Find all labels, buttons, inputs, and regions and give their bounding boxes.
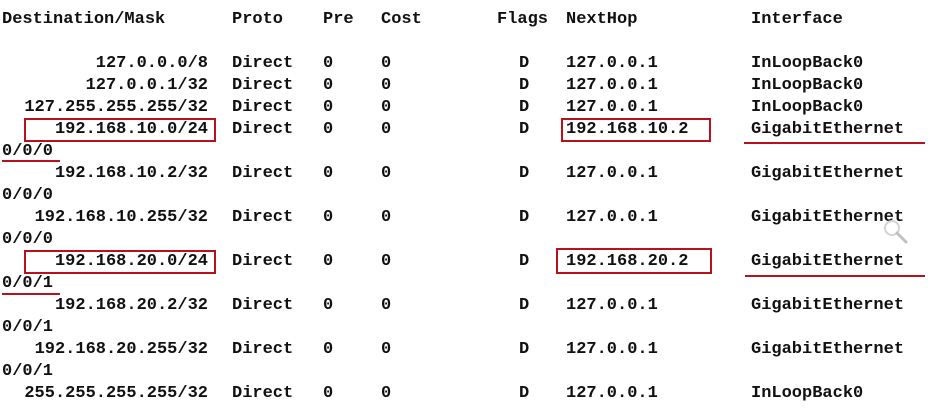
route-proto: Direct — [232, 384, 294, 403]
route-destination: 192.168.20.255/32 — [34, 340, 208, 359]
underline-interface-cont-10 — [2, 160, 60, 162]
route-nexthop: 127.0.0.1 — [566, 54, 658, 73]
route-interface: InLoopBack0 — [751, 98, 864, 117]
route-cost: 0 — [381, 252, 392, 271]
route-destination: 127.255.255.255/32 — [24, 98, 208, 117]
route-pre: 0 — [323, 98, 334, 117]
route-proto: Direct — [232, 76, 294, 95]
route-nexthop: 127.0.0.1 — [566, 164, 658, 183]
route-interface: InLoopBack0 — [751, 384, 864, 403]
route-cost: 0 — [381, 76, 392, 95]
route-flags: D — [519, 164, 530, 183]
route-proto: Direct — [232, 340, 294, 359]
route-nexthop: 127.0.0.1 — [566, 384, 658, 403]
route-flags: D — [519, 208, 530, 227]
route-nexthop: 127.0.0.1 — [566, 296, 658, 315]
highlight-box-destination-20 — [24, 250, 216, 274]
route-nexthop: 127.0.0.1 — [566, 76, 658, 95]
route-flags: D — [519, 296, 530, 315]
route-interface: InLoopBack0 — [751, 54, 864, 73]
col-cost: Cost — [381, 10, 422, 29]
route-cost: 0 — [381, 120, 392, 139]
route-destination: 192.168.20.2/32 — [54, 296, 208, 315]
route-proto: Direct — [232, 252, 294, 271]
route-interface-continuation: 0/0/0 — [2, 142, 54, 161]
col-flags: Flags — [497, 10, 549, 29]
route-interface: GigabitEthernet — [751, 296, 905, 315]
route-destination: 127.0.0.1/32 — [85, 76, 208, 95]
highlight-box-nexthop-10 — [561, 118, 711, 142]
route-proto: Direct — [232, 120, 294, 139]
route-interface: GigabitEthernet — [751, 340, 905, 359]
route-cost: 0 — [381, 208, 392, 227]
route-nexthop: 127.0.0.1 — [566, 98, 658, 117]
route-interface: GigabitEthernet — [751, 120, 905, 139]
route-interface: GigabitEthernet — [751, 252, 905, 271]
route-interface-continuation: 0/0/1 — [2, 362, 54, 381]
underline-interface-10 — [744, 142, 925, 144]
route-destination: 255.255.255.255/32 — [24, 384, 208, 403]
route-proto: Direct — [232, 296, 294, 315]
route-flags: D — [519, 76, 530, 95]
route-interface-continuation: 0/0/1 — [2, 274, 54, 293]
route-interface-continuation: 0/0/0 — [2, 230, 54, 249]
magnifier-icon — [884, 220, 908, 244]
col-interface: Interface — [751, 10, 843, 29]
route-cost: 0 — [381, 340, 392, 359]
route-proto: Direct — [232, 54, 294, 73]
route-cost: 0 — [381, 98, 392, 117]
underline-interface-20 — [745, 275, 925, 277]
route-interface-continuation: 0/0/0 — [2, 186, 54, 205]
route-proto: Direct — [232, 98, 294, 117]
route-flags: D — [519, 54, 530, 73]
routing-table-screen: Destination/Mask Proto Pre Cost Flags Ne… — [0, 0, 940, 410]
route-flags: D — [519, 98, 530, 117]
route-flags: D — [519, 120, 530, 139]
col-nexthop: NextHop — [566, 10, 638, 29]
col-proto: Proto — [232, 10, 284, 29]
underline-interface-cont-20 — [2, 293, 60, 295]
route-pre: 0 — [323, 54, 334, 73]
highlight-box-nexthop-20 — [556, 248, 712, 274]
route-pre: 0 — [323, 120, 334, 139]
route-pre: 0 — [323, 76, 334, 95]
route-nexthop: 127.0.0.1 — [566, 340, 658, 359]
col-pre: Pre — [323, 10, 354, 29]
route-interface: InLoopBack0 — [751, 76, 864, 95]
route-interface-continuation: 0/0/1 — [2, 318, 54, 337]
route-flags: D — [519, 252, 530, 271]
col-destination-mask: Destination/Mask — [2, 10, 166, 29]
route-cost: 0 — [381, 296, 392, 315]
route-cost: 0 — [381, 384, 392, 403]
route-cost: 0 — [381, 54, 392, 73]
route-flags: D — [519, 384, 530, 403]
route-destination: 127.0.0.0/8 — [95, 54, 208, 73]
route-interface: GigabitEthernet — [751, 164, 905, 183]
route-destination: 192.168.10.2/32 — [54, 164, 208, 183]
route-cost: 0 — [381, 164, 392, 183]
route-pre: 0 — [323, 340, 334, 359]
route-flags: D — [519, 340, 530, 359]
route-nexthop: 127.0.0.1 — [566, 208, 658, 227]
route-pre: 0 — [323, 252, 334, 271]
route-pre: 0 — [323, 208, 334, 227]
highlight-box-destination-10 — [24, 118, 216, 142]
route-pre: 0 — [323, 296, 334, 315]
route-proto: Direct — [232, 208, 294, 227]
route-proto: Direct — [232, 164, 294, 183]
route-pre: 0 — [323, 164, 334, 183]
route-pre: 0 — [323, 384, 334, 403]
route-destination: 192.168.10.255/32 — [34, 208, 208, 227]
